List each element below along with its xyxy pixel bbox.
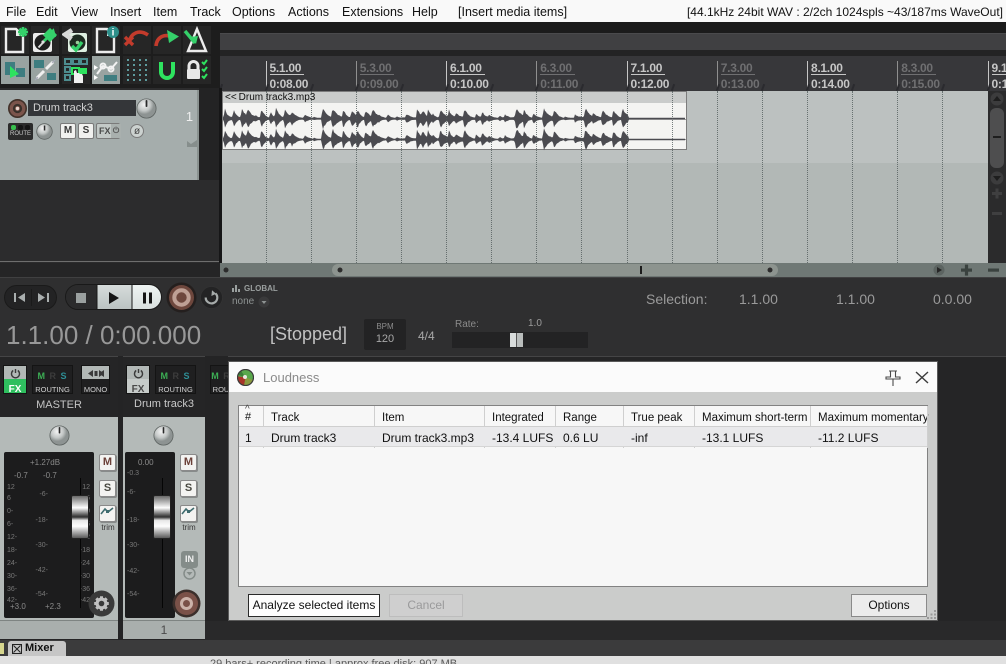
svg-text:i: i bbox=[112, 28, 115, 39]
